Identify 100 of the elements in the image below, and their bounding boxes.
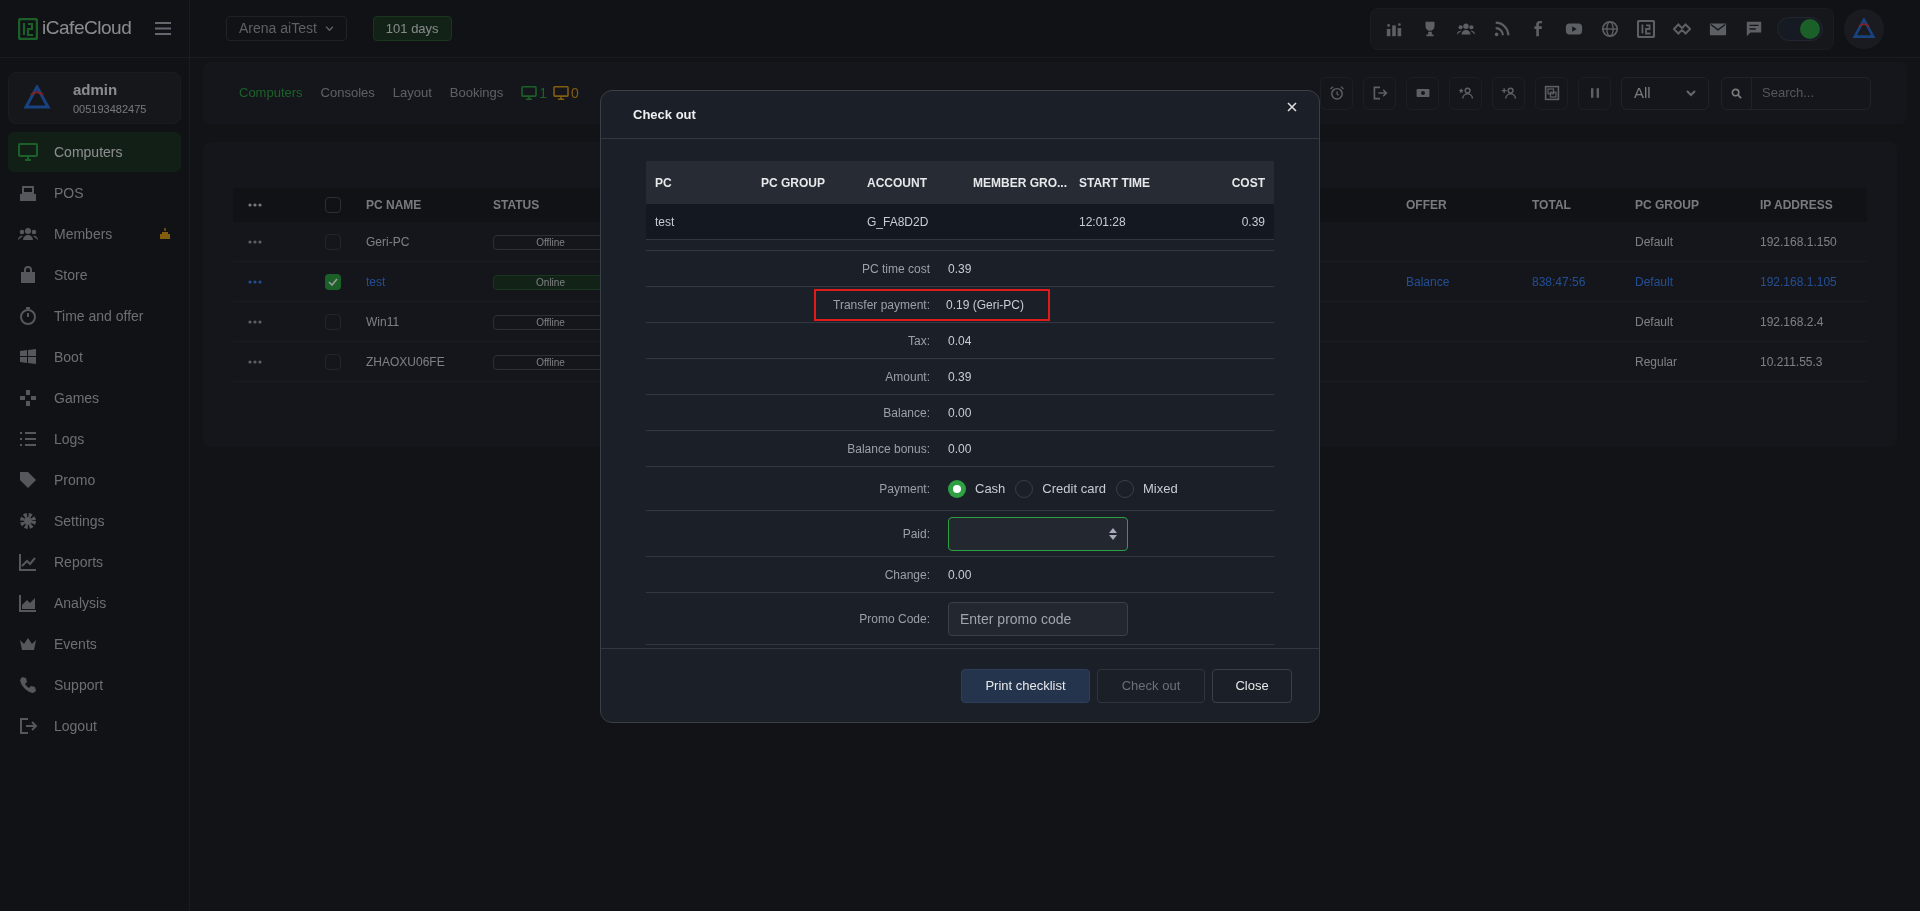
table-cell: 10.211.55.3 — [1760, 354, 1823, 369]
dialog-button[interactable]: Print checklist — [961, 668, 1090, 703]
dialog-button[interactable]: Close — [1212, 668, 1292, 703]
search-input[interactable]: Search... — [1752, 83, 1862, 103]
sidebar-item[interactable]: Members — [8, 214, 181, 254]
table-cell: Default — [1635, 314, 1674, 329]
table-cell: 192.168.1.105 — [1760, 274, 1837, 289]
table-cell: Default — [1635, 274, 1674, 289]
more-icon[interactable] — [248, 203, 262, 207]
toolbar-button[interactable] — [1406, 76, 1439, 110]
user-id: 005193482475 — [73, 102, 147, 117]
table-cell-text: test — [655, 213, 676, 231]
more-icon[interactable] — [248, 279, 262, 284]
column-header: IP ADDRESS — [1760, 198, 1833, 212]
screens-icon — [1543, 85, 1560, 101]
column-header: COST — [1230, 174, 1265, 192]
list-icon — [18, 429, 38, 449]
dialog-title: Check out — [633, 105, 696, 124]
user-star-icon — [1457, 85, 1474, 101]
sidebar-item[interactable]: Support — [8, 665, 181, 705]
search-icon — [1731, 87, 1742, 99]
table-cell: Regular — [1635, 354, 1678, 369]
rss-icon[interactable] — [1493, 19, 1511, 38]
table-cell-text: 0.39 — [1240, 213, 1265, 231]
profile-avatar[interactable] — [1844, 8, 1884, 49]
toolbar-button[interactable] — [1449, 76, 1482, 110]
toolbar-button[interactable] — [1535, 76, 1568, 110]
field-label: Transfer payment: — [832, 296, 931, 314]
field-value: 0.39 — [948, 368, 972, 386]
sidebar-item[interactable]: Store — [8, 255, 181, 295]
select-all-checkbox[interactable] — [325, 197, 341, 213]
exit-icon — [1371, 85, 1388, 101]
toolbar-button[interactable] — [1492, 76, 1525, 110]
table-cell: Win11 — [366, 314, 400, 329]
radio-option[interactable]: Credit card — [1015, 478, 1106, 499]
sidebar-item[interactable]: Reports — [8, 542, 181, 582]
promo-code-field[interactable]: Enter promo code — [948, 601, 1128, 636]
table-cell-text: G_FA8D2D — [867, 213, 930, 231]
field-value: 0.00 — [948, 566, 972, 584]
table-cell: 838:47:56 — [1532, 274, 1586, 289]
table-cell-text: 12:01:28 — [1079, 213, 1127, 231]
table-cell: ZHAOXU06FE — [366, 354, 445, 369]
table-cell: Geri-PC — [366, 234, 410, 249]
filter-dropdown[interactable]: All — [1621, 76, 1709, 110]
sidebar-item[interactable]: Boot — [8, 337, 181, 377]
paid-input[interactable] — [948, 516, 1128, 551]
sidebar-item[interactable]: Logs — [8, 419, 181, 459]
sidebar-item[interactable]: Computers — [8, 132, 181, 172]
more-icon[interactable] — [248, 319, 262, 324]
monitor-icon — [521, 86, 538, 100]
more-icon[interactable] — [248, 239, 262, 244]
toolbar-button[interactable] — [1578, 76, 1611, 110]
tab[interactable]: Computers — [239, 83, 303, 103]
column-header: PC GROUP — [1635, 198, 1699, 212]
app-logo-icon[interactable] — [1637, 19, 1655, 38]
column-header: ACCOUNT — [867, 174, 928, 192]
table-cell: 192.168.2.4 — [1760, 314, 1824, 329]
tab[interactable]: Consoles — [320, 83, 375, 103]
globe-icon[interactable] — [1601, 19, 1619, 38]
toolbar-button[interactable] — [1363, 76, 1396, 110]
license-badge: 101 days — [372, 16, 452, 41]
sidebar-item[interactable]: Games — [8, 378, 181, 418]
column-header: MEMBER GRO... — [973, 174, 1068, 192]
field-value: 0.39 — [948, 260, 972, 278]
sidebar-item[interactable]: POS — [8, 173, 181, 213]
monitor-icon — [18, 142, 38, 162]
table-cell: 192.168.1.150 — [1760, 234, 1837, 249]
gamepad-icon — [18, 388, 38, 408]
app-logo-text: iCafeCloud — [42, 16, 132, 41]
sidebar-item[interactable]: Analysis — [8, 583, 181, 623]
tab[interactable]: Layout — [392, 83, 432, 103]
chat-icon[interactable] — [1745, 19, 1763, 38]
sidebar-item[interactable]: Events — [8, 624, 181, 664]
toolbar-button[interactable] — [1320, 76, 1353, 110]
field-label: PC time cost — [861, 260, 931, 278]
shopping-bag-icon — [18, 265, 38, 285]
filter-value: All — [1634, 82, 1651, 103]
sidebar-item[interactable]: Promo — [8, 460, 181, 500]
menu-icon[interactable] — [155, 22, 171, 35]
sidebar-item[interactable]: Logout — [8, 706, 181, 746]
more-icon[interactable] — [248, 359, 262, 364]
pc-count: 1 — [539, 83, 548, 103]
monitor-icon — [553, 86, 570, 100]
sidebar-item[interactable]: Time and offer — [8, 296, 181, 336]
close-icon[interactable] — [1287, 101, 1297, 112]
field-label: Balance: — [882, 404, 931, 422]
sidebar-item[interactable]: Settings — [8, 501, 181, 541]
field-label: Change: — [883, 566, 931, 584]
cash-register-icon — [18, 183, 38, 203]
column-header: TOTAL — [1532, 198, 1571, 212]
row-checkbox[interactable] — [325, 273, 341, 290]
store-dropdown[interactable]: Arena aiTest — [226, 16, 347, 41]
theme-toggle[interactable] — [1777, 16, 1823, 41]
user-name: admin — [73, 79, 119, 100]
search-field[interactable]: Search... — [1721, 76, 1871, 110]
radio-option[interactable]: Mixed — [1115, 478, 1178, 499]
settings-icon — [18, 511, 38, 531]
radio-option[interactable]: Cash — [948, 478, 1006, 499]
column-header: PC — [655, 174, 673, 192]
tab[interactable]: Bookings — [449, 83, 504, 103]
